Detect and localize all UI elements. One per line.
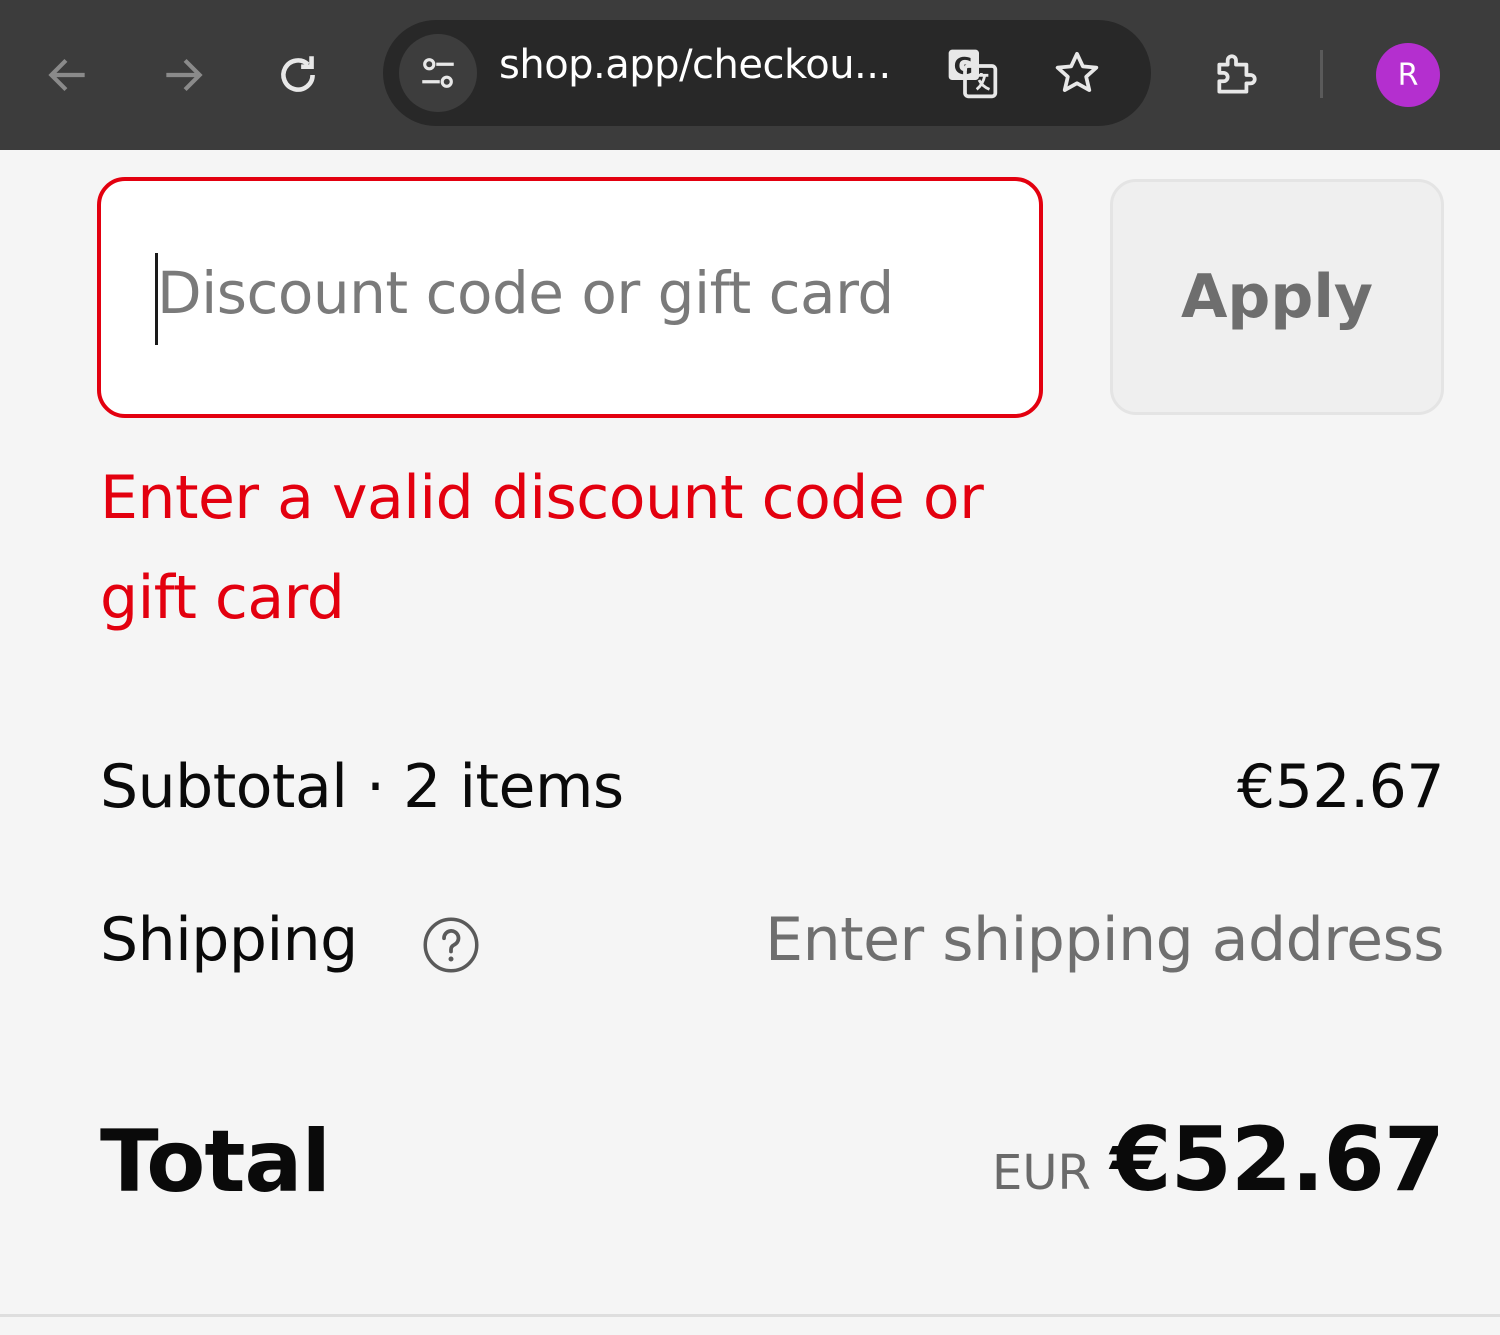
section-divider [0, 1314, 1500, 1317]
total-value: €52.67 [1110, 1108, 1445, 1211]
discount-input-placeholder: Discount code or gift card [157, 259, 894, 327]
forward-button[interactable] [143, 35, 223, 115]
address-bar[interactable]: shop.app/checkou... G [383, 20, 1151, 126]
help-icon[interactable] [421, 915, 481, 975]
subtotal-label: Subtotal · 2 items [100, 752, 624, 822]
profile-avatar[interactable]: R [1376, 43, 1440, 107]
subtotal-value: €52.67 [1237, 752, 1444, 822]
shipping-label: Shipping [100, 905, 358, 975]
bookmark-button[interactable] [1044, 40, 1110, 106]
star-icon [1055, 51, 1099, 92]
browser-toolbar: shop.app/checkou... G R [0, 0, 1500, 150]
total-label: Total [100, 1112, 331, 1212]
reload-icon [281, 56, 315, 92]
extensions-button[interactable] [1196, 35, 1276, 115]
discount-code-input[interactable]: Discount code or gift card [97, 177, 1043, 418]
puzzle-icon [1217, 54, 1257, 94]
shipping-value: Enter shipping address [765, 905, 1444, 975]
currency-code: EUR [992, 1145, 1091, 1201]
apply-button[interactable]: Apply [1110, 179, 1444, 415]
url-text[interactable]: shop.app/checkou... [499, 42, 891, 88]
translate-button[interactable]: G [939, 40, 1005, 106]
translate-icon: G [948, 49, 998, 99]
back-arrow-icon [48, 58, 85, 92]
forward-arrow-icon [166, 58, 203, 92]
site-info-button[interactable] [399, 34, 477, 112]
reload-button[interactable] [258, 35, 338, 115]
discount-error-message: Enter a valid discount code or gift card [100, 463, 984, 633]
toolbar-divider [1320, 50, 1323, 98]
site-info-tune-icon [422, 58, 454, 88]
back-button[interactable] [28, 35, 108, 115]
